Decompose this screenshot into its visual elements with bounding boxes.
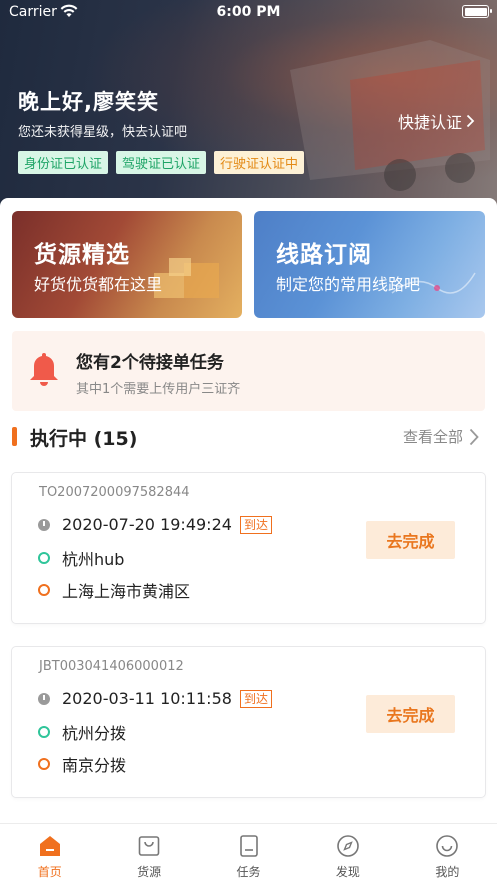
task-time-row: 2020-03-11 10:11:58 到达: [38, 689, 272, 708]
route-subscribe-banner[interactable]: 线路订阅 制定您的常用线路吧: [254, 211, 485, 318]
tab-label: 首页: [37, 865, 62, 879]
task-card[interactable]: JBT003041406000012 2020-03-11 10:11:58 到…: [12, 647, 485, 797]
destination-row: 上海上海市黄浦区: [38, 578, 190, 602]
destination-label: 南京分拨: [62, 756, 127, 775]
status-bar: Carrier 6:00 PM: [0, 0, 497, 26]
home-icon: [39, 836, 60, 856]
quick-auth-label: 快捷认证: [397, 113, 462, 132]
clock-icon: [38, 692, 50, 705]
destination-label: 上海上海市黄浦区: [62, 582, 191, 601]
greeting-subtitle: 您还未获得星级，快去认证吧: [18, 125, 188, 140]
greeting-title: 晚上好,廖笑笑: [18, 90, 159, 114]
pending-tasks-notice[interactable]: 您有2个待接单任务 其中1个需要上传用户三证齐: [12, 331, 485, 411]
chevron-right-icon: [469, 428, 479, 445]
origin-row: 杭州hub: [38, 546, 124, 570]
view-all-label: 查看全部: [402, 428, 463, 446]
task-time-row: 2020-07-20 19:49:24 到达: [38, 515, 272, 534]
destination-dot-icon: [38, 584, 50, 596]
tab-label: 发现: [335, 865, 360, 879]
origin-label: 杭州hub: [62, 550, 125, 569]
document-icon: [239, 835, 258, 857]
arrive-badge: 到达: [239, 515, 272, 534]
arrive-badge: 到达: [239, 689, 272, 708]
order-number: TO2007200097582844: [39, 485, 190, 500]
certification-tags: 身份证已认证 驾驶证已认证 行驶证认证中: [18, 151, 305, 174]
clock-time: 6:00 PM: [216, 4, 281, 20]
tab-label: 任务: [236, 865, 261, 879]
banner-subtitle: 制定您的常用线路吧: [276, 275, 421, 294]
driver-license-tag: 驾驶证已认证: [116, 151, 207, 174]
smiley-icon: [436, 835, 459, 857]
task-card[interactable]: TO2007200097582844 2020-07-20 19:49:24 到…: [12, 473, 485, 623]
in-progress-section-header: 执行中 (15) 查看全部: [12, 423, 485, 451]
cargo-select-banner[interactable]: 货源精选 好货优货都在这里: [12, 211, 242, 318]
main-content: 货源精选 好货优货都在这里 线路订阅 制定您的常用线路吧 您有2个待接单任务 其…: [0, 198, 497, 823]
origin-row: 杭州分拨: [38, 720, 126, 744]
notice-title: 您有2个待接单任务: [76, 353, 224, 373]
compass-icon: [337, 835, 359, 857]
chevron-right-icon: [466, 114, 475, 128]
section-title: 执行中 (15): [30, 428, 138, 450]
bell-icon: [30, 353, 58, 386]
tab-cargo[interactable]: 货源: [99, 824, 198, 883]
tab-home[interactable]: 首页: [0, 824, 99, 883]
task-time: 2020-07-20 19:49:24: [62, 515, 232, 534]
tab-mine[interactable]: 我的: [398, 824, 497, 883]
banner-subtitle: 好货优货都在这里: [34, 275, 163, 294]
order-number: JBT003041406000012: [39, 659, 184, 674]
vehicle-license-tag: 行驶证认证中: [214, 151, 305, 174]
bag-icon: [138, 836, 160, 856]
destination-dot-icon: [38, 758, 50, 770]
origin-dot-icon: [38, 552, 50, 564]
quick-auth-link[interactable]: 快捷认证: [398, 109, 475, 133]
tab-label: 货源: [137, 865, 162, 879]
banner-title: 线路订阅: [276, 242, 372, 268]
bottom-tab-bar: 首页 货源 任务 发现 我的: [0, 823, 497, 883]
destination-row: 南京分拨: [38, 752, 126, 776]
view-all-link[interactable]: 查看全部: [403, 426, 479, 447]
id-card-tag: 身份证已认证: [18, 151, 109, 174]
battery-icon: [462, 5, 492, 18]
tab-tasks[interactable]: 任务: [199, 824, 298, 883]
section-accent-bar: [12, 427, 17, 446]
complete-button[interactable]: 去完成: [366, 521, 455, 559]
banner-title: 货源精选: [34, 242, 130, 268]
origin-label: 杭州分拨: [62, 724, 127, 743]
complete-button[interactable]: 去完成: [366, 695, 455, 733]
header-hero: Carrier 6:00 PM 晚上好,廖笑笑 您还未获得星级，快去认证吧 快捷…: [0, 0, 497, 215]
task-time: 2020-03-11 10:11:58: [62, 689, 232, 708]
tab-discover[interactable]: 发现: [298, 824, 397, 883]
tab-label: 我的: [435, 865, 460, 879]
origin-dot-icon: [38, 726, 50, 738]
notice-subtitle: 其中1个需要上传用户三证齐: [76, 382, 241, 397]
clock-icon: [38, 518, 50, 531]
